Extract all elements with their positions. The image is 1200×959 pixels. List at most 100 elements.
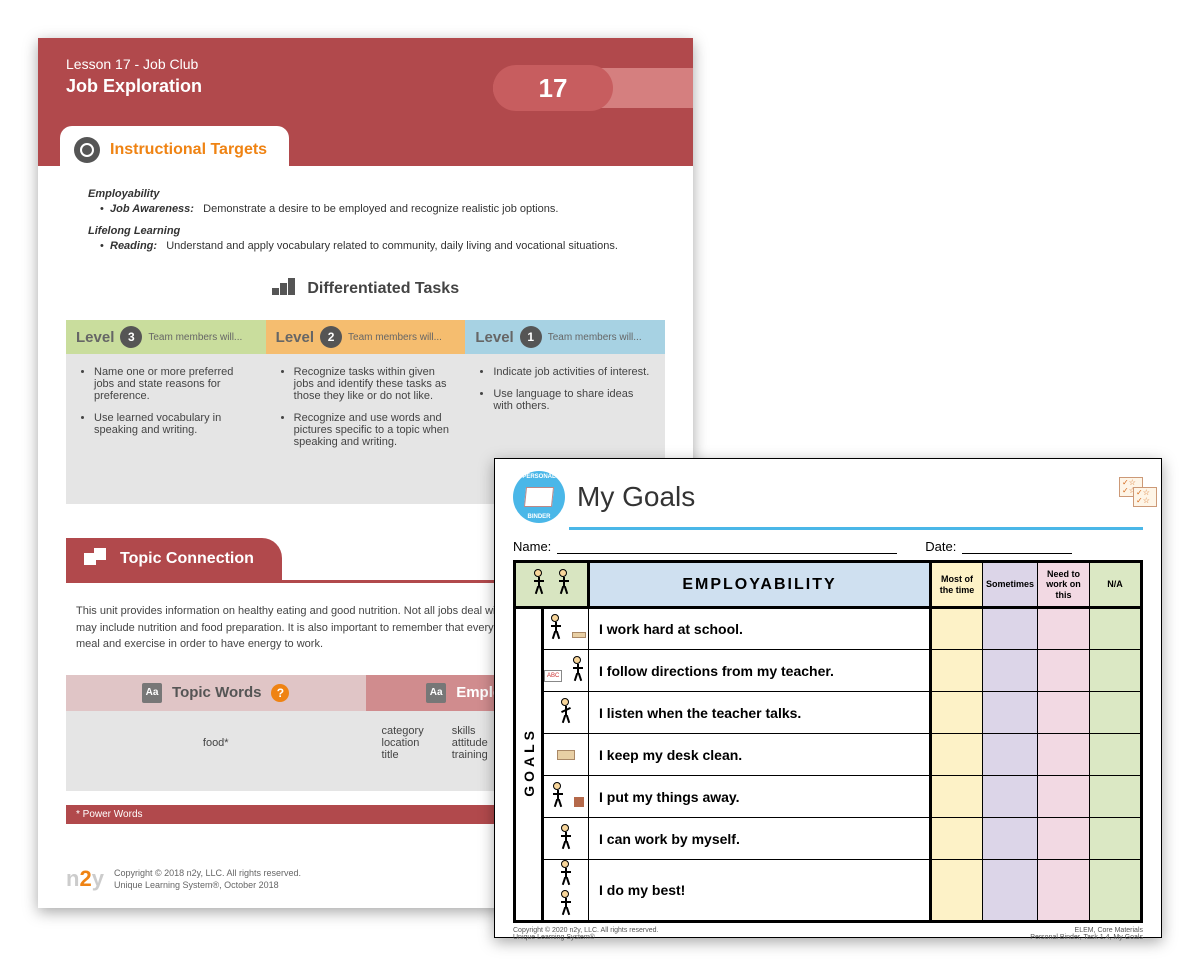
table-row: ABC I follow directions from my teacher. [515, 650, 1142, 692]
goal-text: I work hard at school. [589, 608, 931, 650]
topic-connection-tab: Topic Connection [66, 538, 282, 580]
target-category-1: Employability [88, 188, 655, 200]
goal-text: I listen when the teacher talks. [589, 692, 931, 734]
col-most-of-time: Most of the time [930, 562, 982, 608]
rating-cell[interactable] [1038, 692, 1090, 734]
rating-cell[interactable] [1090, 608, 1142, 650]
rating-cell[interactable] [930, 650, 982, 692]
rating-cell[interactable] [1038, 650, 1090, 692]
dictionary-icon: Aa [426, 683, 446, 703]
steps-icon [272, 278, 295, 300]
table-row: I keep my desk clean. [515, 734, 1142, 776]
word-item: category [382, 725, 424, 737]
row-icon [543, 692, 589, 734]
binder-icon [524, 487, 554, 507]
rating-cell[interactable] [1038, 818, 1090, 860]
rating-cell[interactable] [982, 860, 1037, 922]
page1-footer: n2y Copyright © 2018 n2y, LLC. All right… [66, 865, 301, 894]
level-hint: Team members will... [548, 332, 642, 343]
rating-cell[interactable] [930, 860, 982, 922]
rating-cell[interactable] [1090, 776, 1142, 818]
rating-cell[interactable] [930, 818, 982, 860]
row-icon: ABC [543, 650, 589, 692]
rating-cell[interactable] [982, 776, 1037, 818]
footer-product: Unique Learning System® [513, 934, 659, 941]
date-label: Date: [925, 539, 956, 554]
rating-cell[interactable] [930, 776, 982, 818]
name-field: Name: [513, 538, 897, 554]
level-name: Level [76, 329, 114, 346]
level-head: Level 2 Team members will... [266, 320, 466, 354]
level-item: Indicate job activities of interest. [493, 366, 651, 378]
rating-cell[interactable] [930, 608, 982, 650]
topic-words-label: Topic Words [172, 684, 261, 701]
help-icon: ? [271, 684, 289, 702]
goal-text: I put my things away. [589, 776, 931, 818]
target-bullet: Job Awareness: Demonstrate a desire to b… [100, 203, 655, 215]
worksheet-header: PERSONAL BINDER My Goals ✓☆✓☆ ✓☆✓☆ [513, 471, 1143, 523]
n2y-logo: n2y [66, 865, 104, 894]
dictionary-icon: Aa [142, 683, 162, 703]
rating-cell[interactable] [930, 692, 982, 734]
rating-cell[interactable] [1038, 608, 1090, 650]
tab-row: Instructional Targets [38, 126, 693, 166]
rating-cell[interactable] [982, 734, 1037, 776]
rating-cell[interactable] [1038, 734, 1090, 776]
rating-cell[interactable] [982, 692, 1037, 734]
title-underline [569, 527, 1143, 530]
my-goals-worksheet: PERSONAL BINDER My Goals ✓☆✓☆ ✓☆✓☆ Name:… [494, 458, 1162, 938]
goal-text: I do my best! [589, 860, 931, 922]
level-item: Use learned vocabulary in speaking and w… [94, 412, 252, 436]
badge-text-bottom: BINDER [527, 514, 550, 520]
level-head: Level 3 Team members will... [66, 320, 266, 354]
level-name: Level [276, 329, 314, 346]
diff-heading-text: Differentiated Tasks [307, 280, 459, 297]
rating-cell[interactable] [982, 818, 1037, 860]
rating-cell[interactable] [982, 608, 1037, 650]
level-number: 1 [520, 326, 542, 348]
header-people-icon [515, 562, 589, 608]
level-item: Use language to share ideas with others. [493, 388, 651, 412]
rating-cell[interactable] [982, 650, 1037, 692]
rating-cell[interactable] [1038, 860, 1090, 922]
rating-cell[interactable] [1038, 776, 1090, 818]
footer-category: ELEM, Core Materials [1030, 927, 1143, 934]
col-na: N/A [1090, 562, 1142, 608]
footer-product: Unique Learning System®, October 2018 [114, 880, 301, 892]
word-item: skills [452, 725, 488, 737]
word-item: location [382, 737, 424, 749]
level-item: Name one or more preferred jobs and stat… [94, 366, 252, 402]
level-hint: Team members will... [348, 332, 442, 343]
person-icon [554, 569, 574, 595]
row-icon [543, 734, 589, 776]
footer-copyright: Copyright © 2020 n2y, LLC. All rights re… [513, 927, 659, 934]
rating-cell[interactable] [1090, 860, 1142, 922]
level-item: Recognize tasks within given jobs and id… [294, 366, 452, 402]
header-employability: EMPLOYABILITY [589, 562, 931, 608]
bullet-text: Understand and apply vocabulary related … [166, 240, 618, 252]
rating-cell[interactable] [1090, 818, 1142, 860]
date-input-line[interactable] [962, 538, 1072, 554]
bullet-text: Demonstrate a desire to be employed and … [203, 203, 558, 215]
rating-cell[interactable] [1090, 650, 1142, 692]
name-input-line[interactable] [557, 538, 897, 554]
differentiated-heading: Differentiated Tasks [38, 278, 693, 300]
level-number: 2 [320, 326, 342, 348]
topic-words-body: food* [66, 711, 366, 791]
bullet-label: Job Awareness: [110, 203, 194, 215]
rating-cell[interactable] [1090, 734, 1142, 776]
level-2: Level 2 Team members will... Recognize t… [266, 320, 466, 504]
puzzle-icon [84, 548, 106, 570]
topic-tab-label: Topic Connection [120, 550, 254, 568]
worksheet-footer: Copyright © 2020 n2y, LLC. All rights re… [513, 927, 1143, 941]
rating-cell[interactable] [930, 734, 982, 776]
name-date-row: Name: Date: [513, 538, 1143, 554]
person-icon [529, 569, 549, 595]
target-category-2: Lifelong Learning [88, 225, 655, 237]
row-icon [543, 776, 589, 818]
goals-side-label: GOALS [515, 608, 543, 922]
topic-words-col: Aa Topic Words ? food* [66, 675, 366, 791]
table-row: I listen when the teacher talks. [515, 692, 1142, 734]
lesson-header: Lesson 17 - Job Club Job Exploration 17 [38, 38, 693, 126]
rating-cell[interactable] [1090, 692, 1142, 734]
